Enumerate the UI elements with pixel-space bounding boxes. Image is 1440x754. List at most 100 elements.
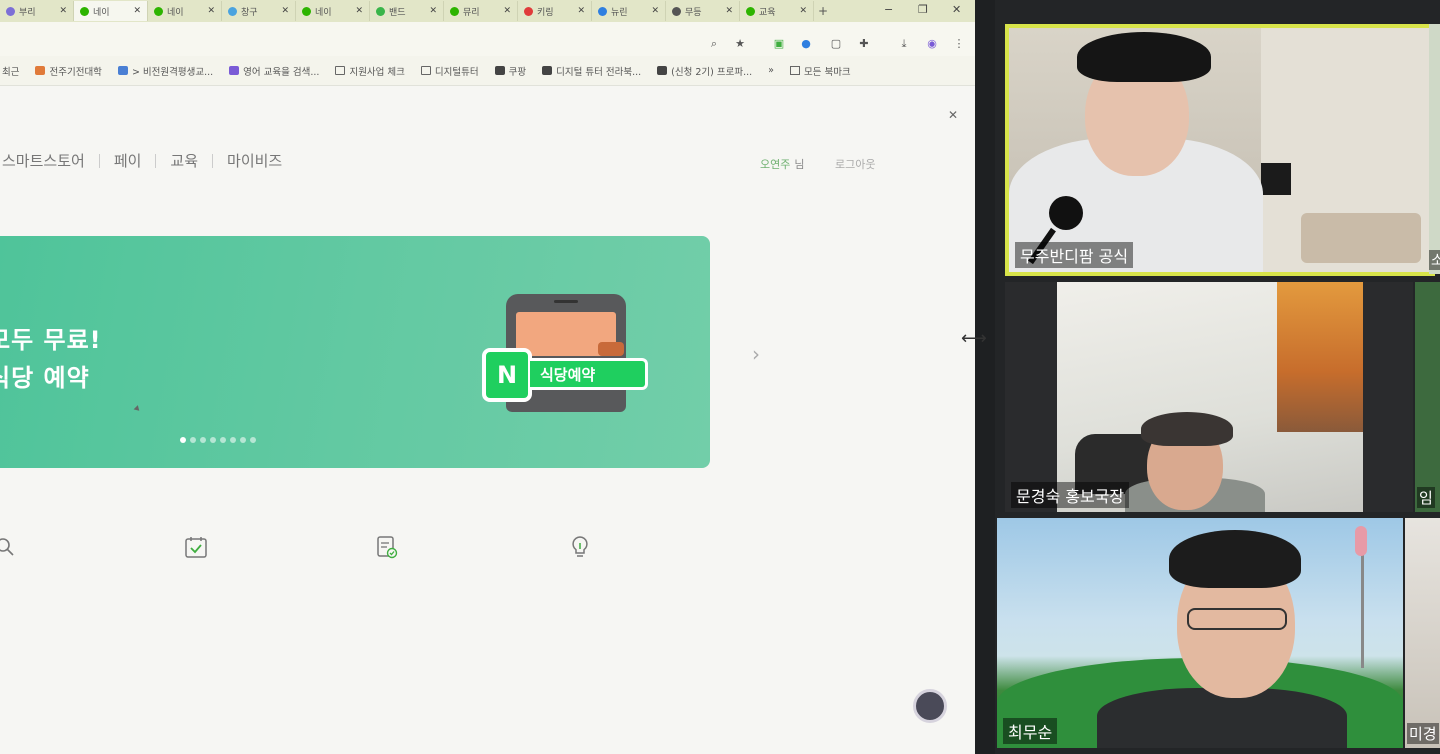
lightbulb-icon[interactable]	[567, 534, 593, 560]
banner-next-button[interactable]: ›	[752, 342, 760, 366]
tab-label: 네이	[315, 7, 332, 18]
bookmark-item[interactable]: > 비전원격평생교...	[117, 64, 213, 78]
bookmark-item[interactable]: 디지털 튜터 전라북...	[542, 64, 641, 78]
video-gallery: 무주반디팜 공식 소 문경숙 홍보국장 임 최무순 미경	[995, 0, 1440, 754]
browser-tab[interactable]: 네이 ✕	[74, 1, 148, 21]
browser-window: 부리 ✕ 네이 ✕ 네이 ✕ 창구 ✕ 네이 ✕ 밴드 ✕ 뮤리 ✕ 키링 ✕ 뉴린 ✕ 무등 ✕ 교육 ✕ + − ❐ ✕…	[0, 0, 975, 754]
browser-tab[interactable]: 뉴린 ✕	[592, 1, 666, 21]
bookmark-label: 디지털튜터	[434, 66, 479, 78]
browser-tab[interactable]: 네이 ✕	[148, 1, 222, 21]
download-icon[interactable]: ⤓	[898, 38, 910, 50]
pagination-dot[interactable]	[230, 437, 236, 443]
participant-name: 최무순	[1003, 718, 1058, 744]
pagination-dot[interactable]	[190, 437, 196, 443]
browser-tab[interactable]: 창구 ✕	[222, 1, 296, 21]
participant-tile-partial-1[interactable]: 소	[1429, 24, 1440, 274]
bookmark-item[interactable]: (신청 2기) 프로파...	[657, 64, 752, 78]
glasses	[1187, 608, 1287, 630]
nav-mybiz[interactable]: 마이비즈	[227, 150, 282, 171]
microphone-icon	[1049, 196, 1083, 230]
profile-icon[interactable]: ◉	[926, 38, 938, 50]
browser-tab[interactable]: 뮤리 ✕	[444, 1, 518, 21]
bookmark-item[interactable]: 지원사업 체크	[335, 64, 405, 78]
naver-n-logo: N	[482, 348, 532, 402]
browser-tab[interactable]: 부리 ✕	[0, 1, 74, 21]
close-tab-icon[interactable]: ✕	[577, 6, 585, 16]
bookmark-item[interactable]: 디지털튜터	[420, 64, 479, 78]
browser-tab[interactable]: 네이 ✕	[296, 1, 370, 21]
browser-tab[interactable]: 교육 ✕	[740, 1, 814, 21]
close-tab-icon[interactable]: ✕	[133, 6, 141, 16]
extension-blue-icon[interactable]: ●	[800, 38, 812, 50]
nav-separator	[98, 153, 100, 168]
close-tab-icon[interactable]: ✕	[725, 6, 733, 16]
minimize-button[interactable]: −	[884, 3, 893, 16]
folder-icon	[789, 66, 800, 75]
star-icon[interactable]: ★	[734, 38, 746, 50]
calendar-check-icon[interactable]	[183, 534, 209, 560]
bookmarks-overflow-button[interactable]: »	[768, 65, 774, 76]
favicon-icon	[524, 6, 533, 16]
tab-strip: 부리 ✕ 네이 ✕ 네이 ✕ 창구 ✕ 네이 ✕ 밴드 ✕ 뮤리 ✕ 키링 ✕ 뉴린 ✕ 무등 ✕ 교육 ✕ +	[0, 0, 975, 22]
participant-tile-2[interactable]: 문경숙 홍보국장	[1005, 282, 1413, 512]
pagination-dot[interactable]	[210, 437, 216, 443]
bookmark-item[interactable]: 영어 교육을 검색...	[229, 64, 319, 78]
close-tab-icon[interactable]: ✕	[59, 6, 67, 16]
resize-arrows-icon[interactable]: ⟷	[961, 328, 987, 349]
all-bookmarks-button[interactable]: 모든 북마크	[789, 64, 851, 78]
phone-notch	[554, 300, 578, 303]
close-tab-icon[interactable]: ✕	[503, 6, 511, 16]
bookmark-item[interactable]: 최근	[2, 64, 19, 78]
browser-tab[interactable]: 무등 ✕	[666, 1, 740, 21]
banner-pagination	[180, 437, 256, 443]
nav-smartstore[interactable]: 스마트스토어	[2, 150, 85, 171]
participant-tile-partial-2[interactable]: 임	[1415, 282, 1440, 512]
participant-tile-1[interactable]: 무주반디팜 공식	[1005, 24, 1435, 276]
browser-tab[interactable]: 키링 ✕	[518, 1, 592, 21]
user-greeting[interactable]: 오연주 님	[760, 156, 805, 172]
close-tab-icon[interactable]: ✕	[799, 6, 807, 16]
close-tab-icon[interactable]: ✕	[355, 6, 363, 16]
search-icon[interactable]	[0, 534, 18, 560]
bookmark-item[interactable]: 전주기전대학	[35, 64, 102, 78]
participant-tile-partial-3[interactable]: 미경	[1405, 518, 1440, 748]
pagination-dot[interactable]	[200, 437, 206, 443]
restore-button[interactable]: ❐	[918, 3, 928, 16]
bookmark-item[interactable]: 쿠팡	[494, 64, 526, 78]
close-ad-button[interactable]: ✕	[948, 108, 958, 122]
nav-pay[interactable]: 페이	[114, 150, 142, 171]
bookmark-favicon-icon	[494, 66, 505, 75]
pagination-dot[interactable]	[180, 437, 186, 443]
tab-label: 교육	[759, 7, 776, 18]
zoom-icon[interactable]: ⌕	[708, 38, 720, 50]
bookmark-favicon-icon	[657, 66, 668, 75]
participant-tile-3[interactable]: 최무순	[997, 518, 1403, 748]
close-tab-icon[interactable]: ✕	[281, 6, 289, 16]
pagination-dot[interactable]	[220, 437, 226, 443]
pagination-dot[interactable]	[240, 437, 246, 443]
browser-tab[interactable]: 밴드 ✕	[370, 1, 444, 21]
close-tab-icon[interactable]: ✕	[651, 6, 659, 16]
tab-label: 무등	[685, 7, 702, 18]
badge-label: 식당예약	[530, 358, 648, 390]
more-icon[interactable]: ⋮	[953, 38, 965, 50]
new-tab-button[interactable]: +	[814, 4, 832, 18]
logout-link[interactable]: 로그아웃	[835, 156, 875, 172]
tab-label: 창구	[241, 7, 258, 18]
close-window-button[interactable]: ✕	[952, 3, 961, 16]
tab-label: 뮤리	[463, 7, 480, 18]
bookmark-label: (신청 2기) 프로파...	[671, 66, 753, 78]
extension-square-icon[interactable]: ▢	[830, 38, 842, 50]
nav-education[interactable]: 교육	[170, 150, 198, 171]
close-tab-icon[interactable]: ✕	[429, 6, 437, 16]
extension-icon[interactable]: ▣	[773, 38, 785, 50]
document-check-icon[interactable]	[374, 534, 400, 560]
folder-icon	[420, 66, 431, 75]
tab-label: 네이	[93, 7, 110, 18]
promo-banner[interactable]: 모두 무료! 식당 예약 N 식당예약	[0, 236, 710, 468]
tab-label: 부리	[19, 7, 36, 18]
puzzle-icon[interactable]: ✚	[858, 38, 870, 50]
pagination-dot[interactable]	[250, 437, 256, 443]
close-tab-icon[interactable]: ✕	[207, 6, 215, 16]
floating-widget-button[interactable]	[913, 689, 947, 723]
